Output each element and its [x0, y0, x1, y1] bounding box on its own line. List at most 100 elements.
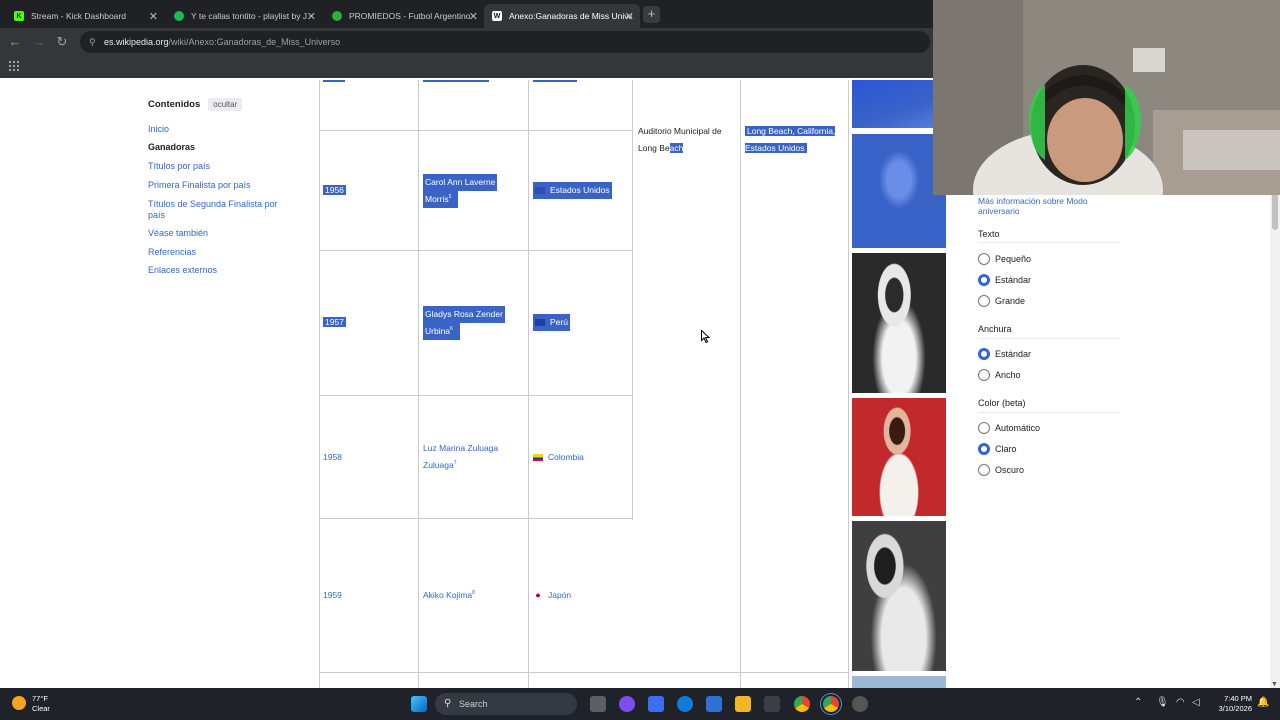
- winner-photo-1956[interactable]: [852, 134, 946, 248]
- year-link[interactable]: 1956: [323, 185, 346, 195]
- winner-photo-1959[interactable]: [852, 521, 946, 671]
- year-cell[interactable]: 1959: [323, 587, 342, 604]
- weather-widget[interactable]: 77°F Clear: [12, 694, 50, 714]
- reference-mark[interactable]: 6: [450, 326, 453, 332]
- notification-bell-icon[interactable]: 🔔: [1257, 697, 1269, 708]
- venue-cell: Auditorio Municipal de Long Beach: [638, 123, 738, 157]
- winner-photo-1955[interactable]: [852, 80, 946, 128]
- city-cell[interactable]: Long Beach, California, Estados Unidos: [745, 123, 843, 157]
- task-view-icon[interactable]: [590, 696, 606, 712]
- toc-item-ganadoras[interactable]: Ganadoras: [148, 142, 195, 153]
- year-link[interactable]: 1959: [323, 590, 342, 600]
- close-icon[interactable]: ✕: [625, 10, 634, 23]
- winner-name-line1[interactable]: Luz Marina Zuluaga: [423, 440, 523, 457]
- winner-name-line1[interactable]: Akiko Kojima: [423, 590, 472, 600]
- scrollbar-thumb[interactable]: [1272, 190, 1278, 230]
- address-bar[interactable]: ⚲ es.wikipedia.org/wiki/Anexo:Ganadoras_…: [80, 31, 930, 53]
- windows-start-icon[interactable]: [411, 696, 427, 712]
- country-link[interactable]: Colombia: [548, 452, 584, 462]
- search-placeholder: Search: [459, 699, 488, 709]
- system-clock[interactable]: 7:40 PM 3/10/2026: [1206, 694, 1252, 714]
- country-link[interactable]: Perú: [550, 317, 568, 327]
- tab-wikipedia[interactable]: W Anexo:Ganadoras de Miss Unive ✕: [484, 4, 640, 28]
- country-cell[interactable]: Colombia: [533, 449, 584, 466]
- outlook-icon[interactable]: [706, 696, 722, 712]
- year-cell[interactable]: 1956: [323, 182, 346, 199]
- microsoft-store-icon[interactable]: [764, 696, 780, 712]
- file-explorer-icon[interactable]: [735, 696, 751, 712]
- chrome-active-icon[interactable]: [823, 696, 839, 712]
- winner-name-line2[interactable]: Urbina: [425, 326, 450, 336]
- back-arrow-icon[interactable]: ←: [7, 34, 23, 49]
- winner-name-cell[interactable]: Gladys Rosa Zender Urbina6: [423, 306, 523, 340]
- color-light-radio[interactable]: Claro: [978, 443, 1017, 455]
- text-size-small-radio[interactable]: Pequeño: [978, 253, 1031, 265]
- country-link[interactable]: Japón: [548, 590, 571, 600]
- reference-mark[interactable]: 8: [472, 590, 475, 596]
- winner-name-line2[interactable]: Morris: [425, 194, 449, 204]
- winner-name-line1[interactable]: Gladys Rosa Zender: [423, 306, 505, 323]
- site-info-icon[interactable]: ⚲: [89, 31, 96, 53]
- toc-item-vease-tambien[interactable]: Véase también: [148, 228, 208, 239]
- country-link[interactable]: Estados Unidos: [550, 185, 610, 195]
- width-wide-radio[interactable]: Ancho: [978, 369, 1021, 381]
- close-icon[interactable]: ✕: [469, 10, 478, 23]
- winner-photo-1958[interactable]: [852, 398, 946, 516]
- year-cell[interactable]: 1958: [323, 449, 342, 466]
- country-cell[interactable]: Perú: [533, 314, 570, 331]
- apps-grid-icon[interactable]: [9, 61, 19, 71]
- toc-item-titulos-por-pais[interactable]: Títulos por país: [148, 161, 210, 172]
- city-link[interactable]: Long Beach, California, Estados Unidos: [745, 126, 836, 153]
- text-size-large-radio[interactable]: Grande: [978, 295, 1025, 307]
- app-icon[interactable]: [619, 696, 635, 712]
- chrome-icon[interactable]: [794, 696, 810, 712]
- scroll-down-icon[interactable]: ▼: [1271, 681, 1278, 688]
- close-icon[interactable]: ✕: [307, 10, 316, 23]
- toc-item-inicio[interactable]: Inicio: [148, 124, 169, 135]
- tab-promiedos[interactable]: PROMIEDOS - Futbol Argentino ✕: [324, 4, 484, 28]
- year-link[interactable]: 1958: [323, 452, 342, 462]
- settings-gear-icon[interactable]: [852, 696, 868, 712]
- toc-hide-button[interactable]: ocultar: [208, 97, 243, 111]
- chevron-up-icon[interactable]: ⌃: [1134, 697, 1142, 708]
- country-cell[interactable]: Japón: [533, 587, 571, 604]
- color-dark-radio[interactable]: Oscuro: [978, 464, 1024, 476]
- year-cell[interactable]: 1957: [323, 314, 346, 331]
- clock-date: 3/10/2026: [1218, 704, 1252, 713]
- speaker-icon[interactable]: ◁: [1192, 697, 1200, 708]
- toc-item-primera-finalista[interactable]: Primera Finalista por país: [148, 180, 251, 191]
- wifi-icon[interactable]: ◠: [1176, 697, 1185, 708]
- winner-photo-1957[interactable]: [852, 253, 946, 393]
- color-auto-radio[interactable]: Automático: [978, 422, 1040, 434]
- radio-label: Estándar: [995, 275, 1032, 285]
- country-cell[interactable]: Estados Unidos: [533, 182, 612, 199]
- new-tab-button[interactable]: +: [643, 6, 660, 23]
- toc-item-segunda-finalista[interactable]: Títulos de Segunda Finalista por país: [148, 199, 288, 221]
- winner-name-line2[interactable]: Zuluaga: [423, 460, 454, 470]
- text-size-standard-radio[interactable]: Estándar: [978, 274, 1031, 286]
- microphone-icon[interactable]: 🎙: [1156, 697, 1169, 708]
- reference-mark[interactable]: 7: [454, 460, 457, 466]
- radio-icon: [978, 253, 990, 265]
- winner-name-line1[interactable]: Carol Ann Laverne: [423, 174, 498, 191]
- winner-name-cell[interactable]: Luz Marina Zuluaga Zuluaga7: [423, 440, 523, 474]
- forward-arrow-icon[interactable]: →: [31, 34, 47, 49]
- anniversary-mode-link[interactable]: Más información sobre Modo aniversario: [978, 196, 1128, 216]
- winner-name-cell[interactable]: Carol Ann Laverne Morris5: [423, 174, 523, 208]
- reference-mark[interactable]: 5: [449, 194, 452, 200]
- tab-spotify[interactable]: Y te callas tontito - playlist by J ✕: [166, 4, 322, 28]
- width-standard-radio[interactable]: Estándar: [978, 348, 1031, 360]
- reload-icon[interactable]: ↻: [54, 34, 70, 50]
- year-link[interactable]: 1957: [323, 317, 346, 327]
- winner-photo-1960[interactable]: [852, 676, 946, 688]
- tab-kick[interactable]: K Stream - Kick Dashboard ✕: [6, 4, 164, 28]
- clock-time: 7:40 PM: [1224, 694, 1252, 703]
- winner-name-cell[interactable]: Akiko Kojima8: [423, 587, 523, 604]
- taskbar-search[interactable]: ⚲ Search: [435, 693, 577, 715]
- edge-icon[interactable]: [677, 696, 693, 712]
- toc-item-enlaces-externos[interactable]: Enlaces externos: [148, 265, 217, 276]
- app-icon[interactable]: [648, 696, 664, 712]
- color-heading: Color (beta): [978, 398, 1026, 408]
- toc-item-referencias[interactable]: Referencias: [148, 247, 196, 258]
- close-icon[interactable]: ✕: [149, 10, 158, 23]
